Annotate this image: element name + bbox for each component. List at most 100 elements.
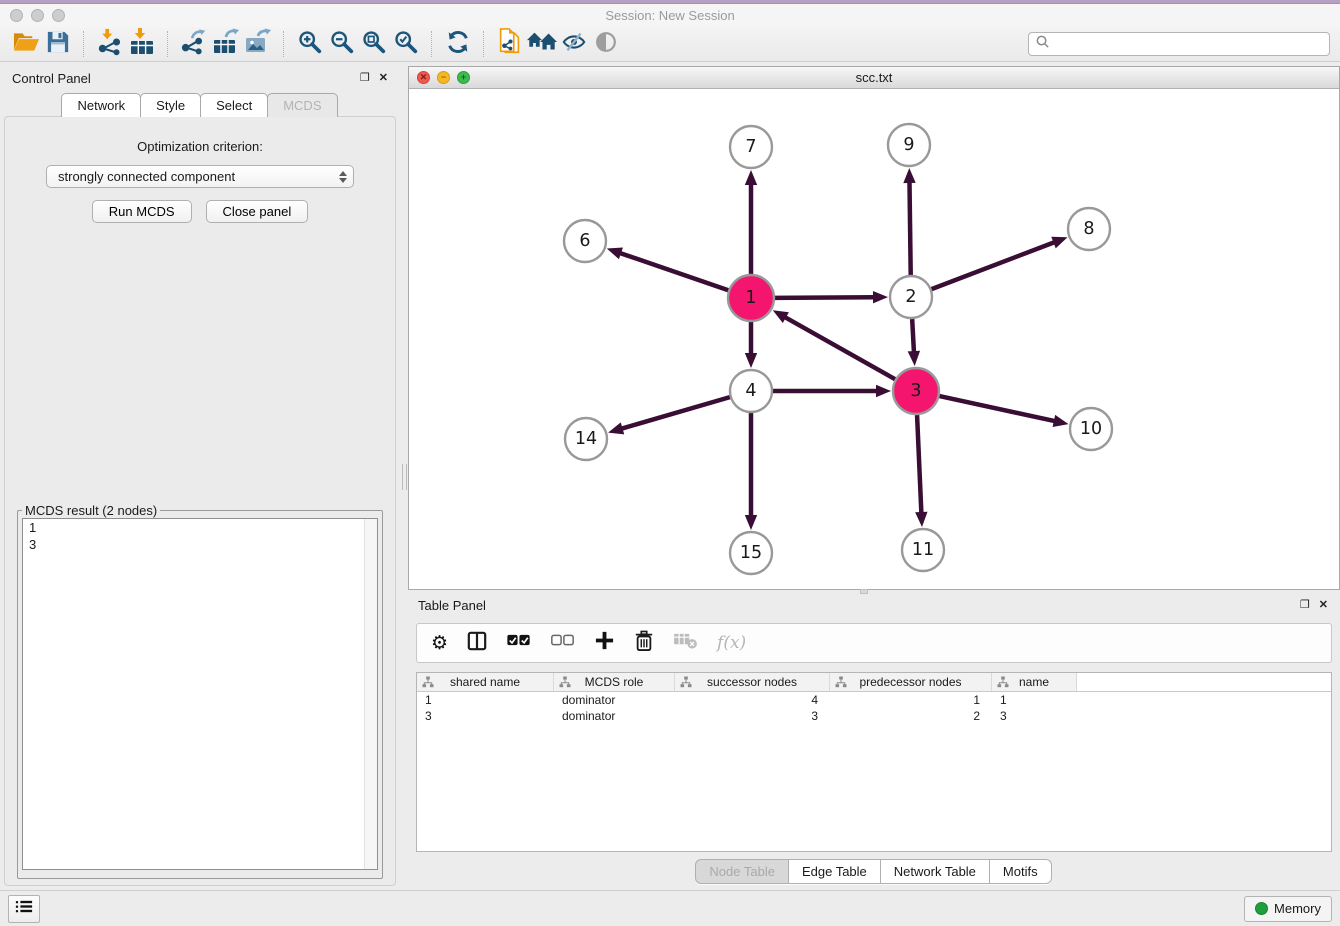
hide-graphics-details-button[interactable] xyxy=(558,29,590,59)
control-panel-title: Control Panel xyxy=(12,71,91,86)
tab-edge-table[interactable]: Edge Table xyxy=(788,859,881,884)
svg-text:8: 8 xyxy=(1083,219,1094,239)
export-network-button[interactable] xyxy=(178,29,210,59)
mcds-result-list[interactable]: 13 xyxy=(22,518,378,870)
function-builder-button[interactable]: f(x) xyxy=(717,633,746,653)
edge-4-15[interactable] xyxy=(745,413,757,530)
search-input[interactable] xyxy=(1050,36,1323,52)
table-row[interactable]: 1dominator411 xyxy=(417,692,1331,708)
criterion-dropdown[interactable]: strongly connected component xyxy=(46,165,354,188)
node-7[interactable]: 7 xyxy=(730,126,772,168)
edge-arrowhead-icon xyxy=(1053,415,1069,427)
close-panel-button[interactable]: Close panel xyxy=(206,200,309,223)
table-settings-button[interactable]: ⚙ xyxy=(431,634,448,653)
edge-3-11[interactable] xyxy=(915,415,927,527)
memory-button[interactable]: Memory xyxy=(1244,896,1332,922)
tab-network-table[interactable]: Network Table xyxy=(880,859,990,884)
node-10[interactable]: 10 xyxy=(1070,408,1112,450)
run-mcds-button[interactable]: Run MCDS xyxy=(92,200,192,223)
edge-1-7[interactable] xyxy=(745,170,757,274)
edge-2-3[interactable] xyxy=(908,319,920,366)
node-1[interactable]: 1 xyxy=(728,275,774,321)
close-panel-icon[interactable]: ✕ xyxy=(379,73,388,84)
search-field[interactable] xyxy=(1028,32,1330,56)
edge-1-2[interactable] xyxy=(775,291,888,303)
column-header-mcds-role[interactable]: MCDS role xyxy=(554,673,675,691)
control-panel-tabs: NetworkStyleSelectMCDS xyxy=(0,93,400,117)
close-table-panel-icon[interactable]: ✕ xyxy=(1319,600,1328,611)
node-11[interactable]: 11 xyxy=(902,529,944,571)
select-all-button[interactable] xyxy=(506,634,531,652)
tab-style[interactable]: Style xyxy=(140,93,201,117)
zoom-in-button[interactable] xyxy=(294,29,326,59)
node-14[interactable]: 14 xyxy=(565,418,607,460)
delete-row-button[interactable] xyxy=(634,630,654,657)
vertical-splitter[interactable] xyxy=(400,62,408,890)
edge-1-6[interactable] xyxy=(607,247,729,290)
show-columns-button[interactable] xyxy=(467,631,487,656)
task-history-button[interactable] xyxy=(8,895,40,923)
network-from-file-button[interactable] xyxy=(494,29,526,59)
column-header-predecessor-nodes[interactable]: predecessor nodes xyxy=(830,673,992,691)
svg-text:11: 11 xyxy=(912,540,934,560)
table-row[interactable]: 3dominator323 xyxy=(417,708,1331,724)
tab-node-table[interactable]: Node Table xyxy=(695,859,789,884)
import-table-button[interactable] xyxy=(126,29,158,59)
close-window-button[interactable] xyxy=(10,9,23,22)
edge-2-9[interactable] xyxy=(903,168,915,275)
node-3[interactable]: 3 xyxy=(893,368,939,414)
tab-network[interactable]: Network xyxy=(61,93,141,117)
cell-predecessor-nodes: 1 xyxy=(830,693,992,707)
cell-name: 1 xyxy=(992,693,1077,707)
unselect-all-button[interactable] xyxy=(550,634,575,652)
add-row-button[interactable] xyxy=(594,630,615,656)
column-header-successor-nodes[interactable]: successor nodes xyxy=(675,673,830,691)
zoom-selected-button[interactable] xyxy=(390,29,422,59)
node-6[interactable]: 6 xyxy=(564,220,606,262)
node-table[interactable]: shared nameMCDS rolesuccessor nodesprede… xyxy=(416,672,1332,852)
network-maximize-button[interactable]: + xyxy=(457,71,470,84)
node-8[interactable]: 8 xyxy=(1068,208,1110,250)
network-canvas[interactable]: 7 9 6 8 1 2 4 3 14 10 15 11 xyxy=(409,89,1339,589)
open-session-button[interactable] xyxy=(10,29,42,59)
node-15[interactable]: 15 xyxy=(730,532,772,574)
search-icon xyxy=(1035,34,1050,54)
save-session-button[interactable] xyxy=(42,29,74,59)
zoom-fit-button[interactable] xyxy=(358,29,390,59)
edge-2-8[interactable] xyxy=(932,237,1068,289)
edge-3-10[interactable] xyxy=(939,396,1068,427)
node-9[interactable]: 9 xyxy=(888,124,930,166)
column-header-shared-name[interactable]: shared name xyxy=(417,673,554,691)
column-type-icon xyxy=(680,676,692,691)
export-table-button[interactable] xyxy=(210,29,242,59)
columns-icon xyxy=(467,631,487,656)
apply-layout-button[interactable] xyxy=(442,29,474,59)
export-image-button[interactable] xyxy=(242,29,274,59)
birdseye-eye-icon xyxy=(593,29,619,60)
edge-3-1[interactable] xyxy=(773,310,895,379)
tab-select[interactable]: Select xyxy=(200,93,268,117)
zoom-out-button[interactable] xyxy=(326,29,358,59)
birdseye-view-button[interactable] xyxy=(590,29,622,59)
zoom-window-button[interactable] xyxy=(52,9,65,22)
export-table-icon xyxy=(212,28,240,61)
delete-table-button[interactable] xyxy=(673,631,698,655)
node-2[interactable]: 2 xyxy=(890,276,932,318)
edge-4-14[interactable] xyxy=(608,397,730,434)
import-network-button[interactable] xyxy=(94,29,126,59)
network-minimize-button[interactable]: − xyxy=(437,71,450,84)
tab-motifs[interactable]: Motifs xyxy=(989,859,1052,884)
edge-1-4[interactable] xyxy=(745,322,757,368)
node-4[interactable]: 4 xyxy=(730,370,772,412)
tab-mcds[interactable]: MCDS xyxy=(267,93,337,117)
zoom-fit-icon xyxy=(361,29,387,60)
edge-4-3[interactable] xyxy=(773,385,891,397)
result-scrollbar[interactable] xyxy=(364,519,377,869)
float-table-panel-icon[interactable]: ❐ xyxy=(1300,600,1310,611)
home-view-button[interactable] xyxy=(526,29,558,59)
float-panel-icon[interactable]: ❐ xyxy=(360,73,370,84)
minimize-window-button[interactable] xyxy=(31,9,44,22)
network-close-button[interactable]: ✕ xyxy=(417,71,430,84)
column-header-name[interactable]: name xyxy=(992,673,1077,691)
horizontal-splitter-grip[interactable] xyxy=(860,589,868,594)
